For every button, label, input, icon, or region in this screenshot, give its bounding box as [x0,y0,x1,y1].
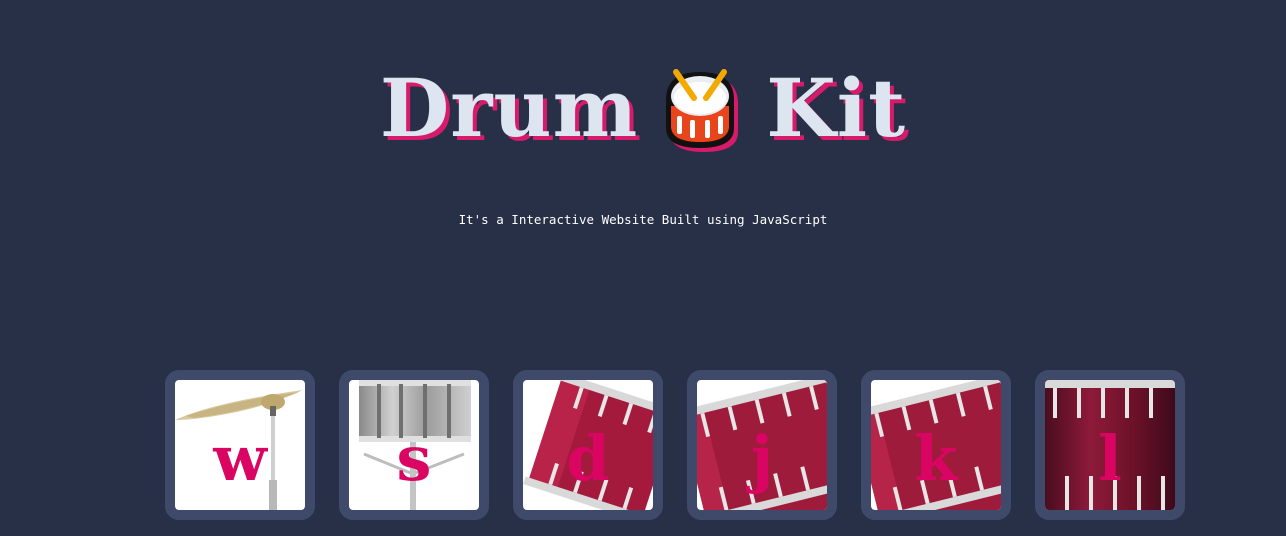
drum-set: w s d j k l [165,370,1185,520]
drum-key-label: j [750,422,774,495]
drum-l-button[interactable]: l [1035,370,1185,520]
drum-key-label: s [396,422,432,495]
drum-key-label: d [566,422,610,495]
drum-k-button[interactable]: k [861,370,1011,520]
drum-s-button[interactable]: s [339,370,489,520]
drum-key-label: l [1098,422,1122,495]
title-kit: Kit [766,61,907,155]
drum-d-button[interactable]: d [513,370,663,520]
drum-emoji-icon [666,69,739,152]
drum-w-button[interactable]: w [165,370,315,520]
drum-key-label: k [914,422,958,495]
title-drum: Drum [379,61,639,155]
page: Drum Kit It's a Interactive Website Buil… [0,0,1286,536]
drum-j-button[interactable]: j [687,370,837,520]
subtitle: It's a Interactive Website Built using J… [458,212,828,227]
drum-key-label: w [213,422,267,495]
page-title: Drum Kit [0,58,1286,158]
